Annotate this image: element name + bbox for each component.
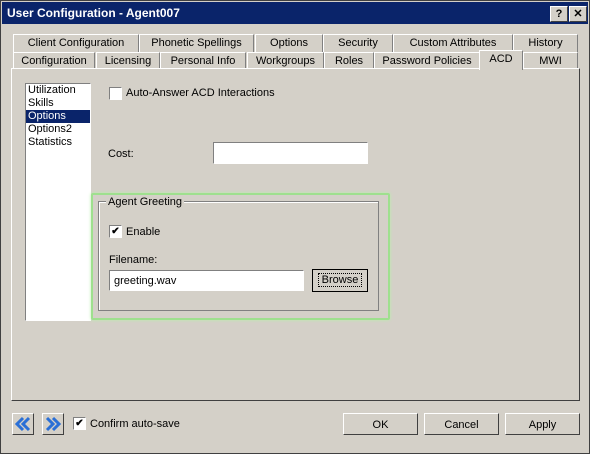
double-left-arrow-icon	[14, 416, 31, 432]
tab-options[interactable]: Options	[255, 34, 323, 52]
cancel-button[interactable]: Cancel	[424, 413, 499, 435]
acd-section-list[interactable]: Utilization Skills Options Options2 Stat…	[25, 83, 91, 321]
tab-phonetic-spellings[interactable]: Phonetic Spellings	[139, 34, 254, 52]
confirm-autosave-checkbox[interactable]: ✔	[73, 417, 86, 430]
filename-input[interactable]	[109, 270, 304, 291]
list-item-skills[interactable]: Skills	[26, 97, 90, 110]
apply-button[interactable]: Apply	[505, 413, 580, 435]
list-item-statistics[interactable]: Statistics	[26, 136, 90, 149]
browse-button[interactable]: Browse	[312, 269, 368, 292]
previous-user-button[interactable]	[12, 413, 34, 435]
list-item-options[interactable]: Options	[26, 110, 90, 123]
double-right-arrow-icon	[45, 416, 62, 432]
browse-label: Browse	[317, 273, 363, 287]
confirm-autosave-label: Confirm auto-save	[90, 418, 180, 430]
next-user-button[interactable]	[42, 413, 64, 435]
tab-client-configuration[interactable]: Client Configuration	[13, 34, 139, 52]
title-bar[interactable]: User Configuration - Agent007 ? ✕	[2, 2, 588, 24]
list-item-utilization[interactable]: Utilization	[26, 84, 90, 97]
auto-answer-checkbox[interactable]	[109, 87, 122, 100]
filename-label: Filename:	[109, 254, 158, 266]
cost-label: Cost:	[108, 148, 134, 160]
enable-greeting-checkbox[interactable]: ✔	[109, 225, 122, 238]
tab-security[interactable]: Security	[323, 34, 393, 52]
close-button[interactable]: ✕	[569, 6, 587, 22]
help-button[interactable]: ?	[550, 6, 568, 22]
ok-button[interactable]: OK	[343, 413, 418, 435]
cost-input[interactable]	[213, 142, 368, 164]
window-title: User Configuration - Agent007	[7, 6, 180, 20]
list-item-options2[interactable]: Options2	[26, 123, 90, 136]
tab-acd[interactable]: ACD	[479, 50, 523, 70]
enable-greeting-label: Enable	[126, 226, 161, 238]
agent-greeting-group-label: Agent Greeting	[106, 196, 184, 208]
auto-answer-label: Auto-Answer ACD Interactions	[126, 87, 275, 99]
